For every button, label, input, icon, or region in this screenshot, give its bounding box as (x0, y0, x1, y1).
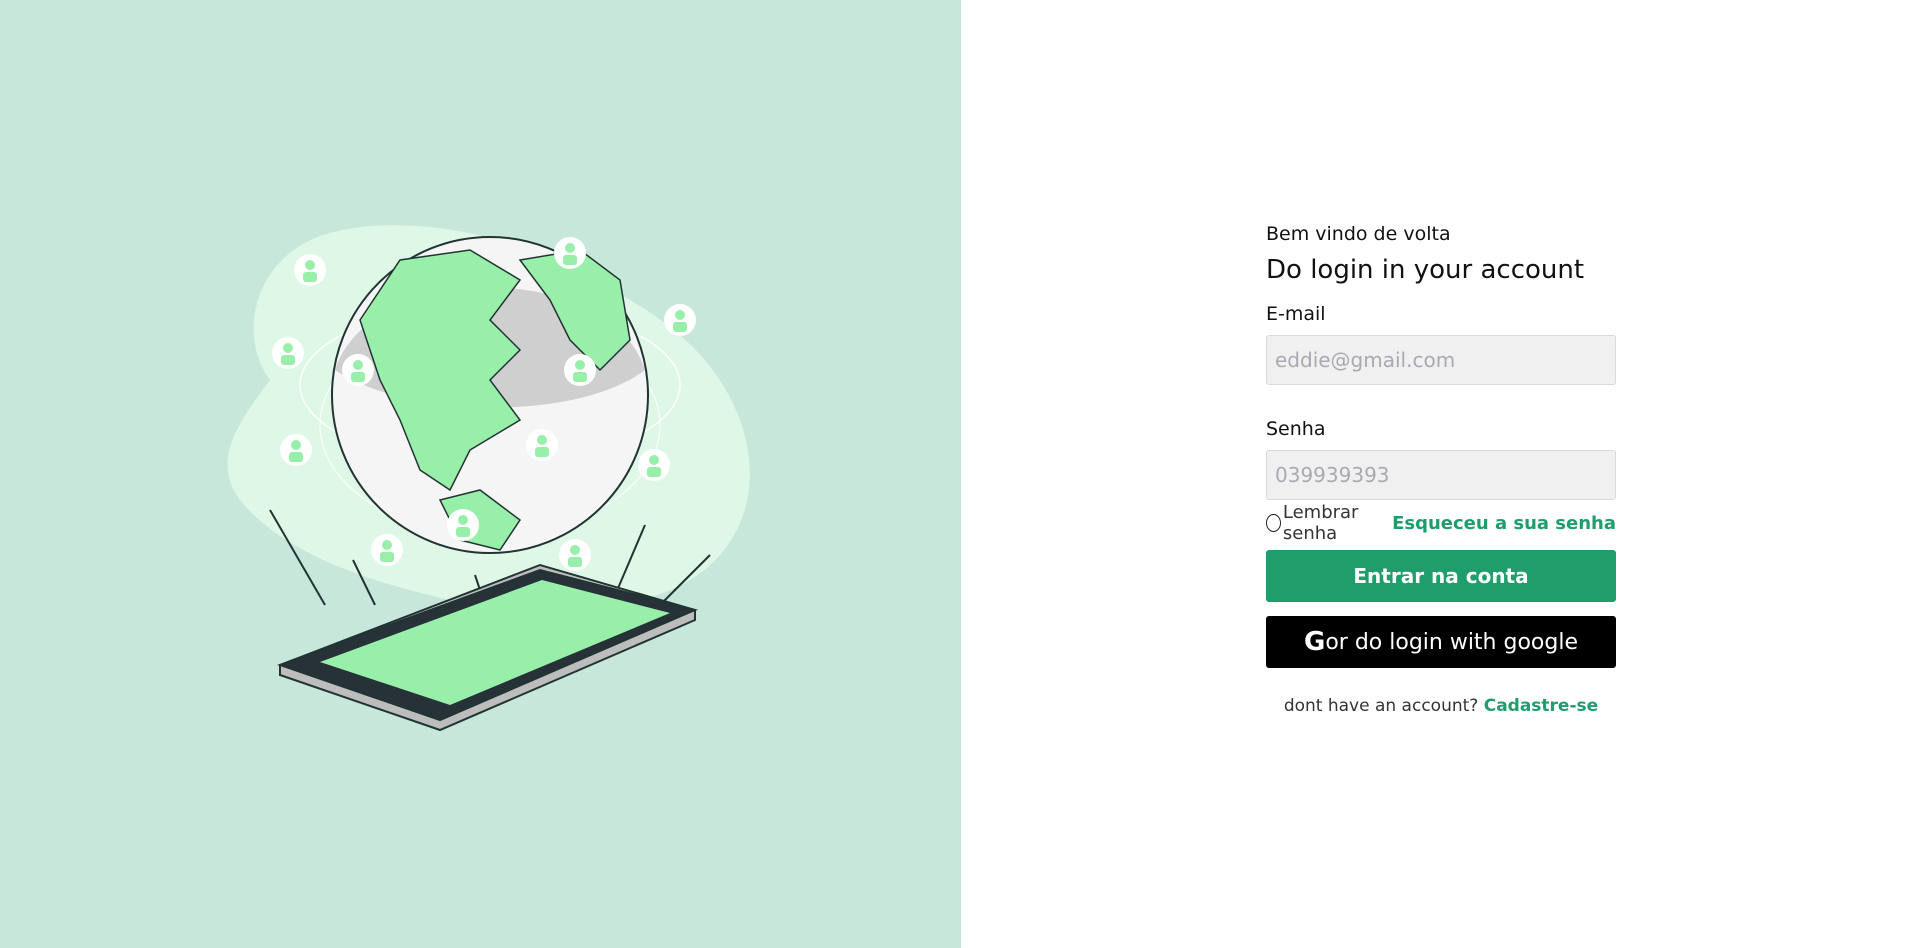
email-field[interactable] (1266, 335, 1616, 385)
globe-phone-illustration (227, 225, 750, 732)
google-login-button[interactable]: G or do login with google (1266, 616, 1616, 668)
signup-prompt: dont have an account? (1283, 696, 1479, 716)
remember-label: Lembrar senha (1282, 502, 1359, 544)
remember-forgot-row: Lembrar senha Esqueceu a sua senha (1266, 502, 1616, 544)
password-field[interactable] (1266, 450, 1616, 500)
google-login-label: or do login with google (1325, 629, 1578, 655)
login-panel: Bem vindo de volta Do login in your acco… (961, 0, 1918, 948)
welcome-text: Bem vindo de volta (1266, 223, 1451, 245)
forgot-password-link[interactable]: Esqueceu a sua senha (1392, 513, 1616, 534)
password-label: Senha (1266, 418, 1326, 440)
illustration-panel (0, 0, 961, 948)
submit-button[interactable]: Entrar na conta (1266, 550, 1616, 602)
email-label: E-mail (1266, 303, 1326, 325)
page-title: Do login in your account (1266, 255, 1585, 285)
login-form: Bem vindo de volta Do login in your acco… (1266, 222, 1616, 716)
signup-link[interactable]: Cadastre-se (1484, 696, 1598, 716)
google-icon: G (1303, 627, 1326, 657)
remember-radio[interactable] (1266, 514, 1281, 532)
signup-row: dont have an account? Cadastre-se (1266, 696, 1616, 716)
